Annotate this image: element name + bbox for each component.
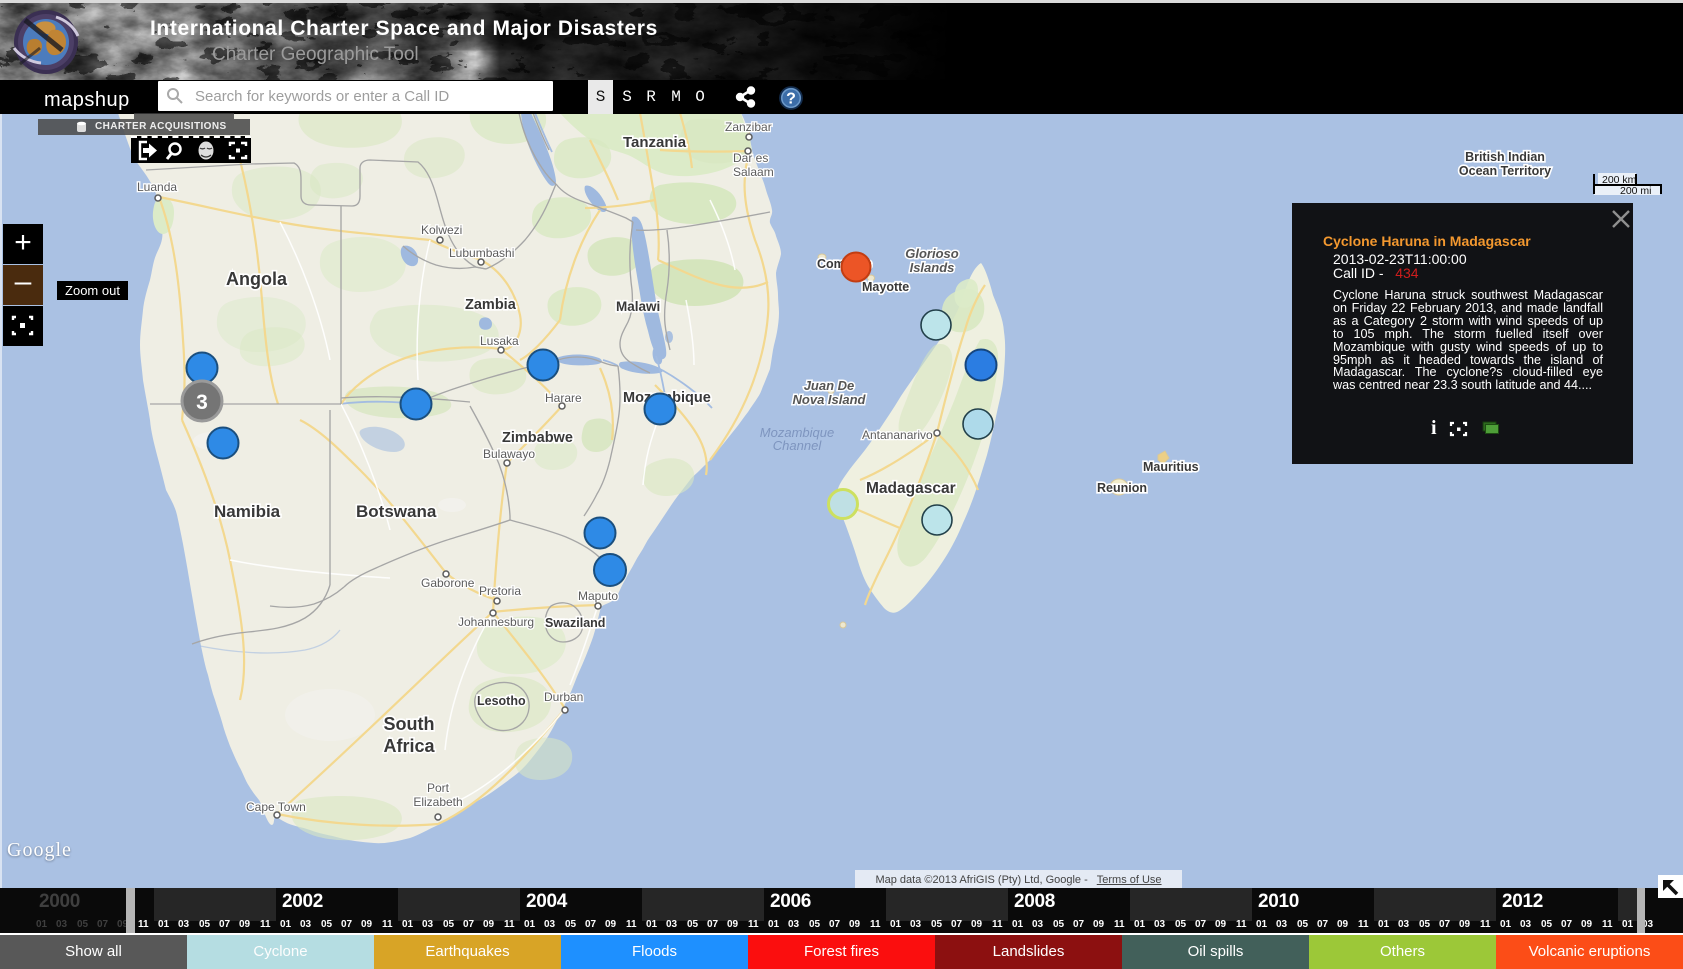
svg-text:Antananarivo: Antananarivo (862, 428, 933, 442)
svg-text:i: i (1431, 417, 1437, 438)
svg-text:Zimbabwe: Zimbabwe (502, 430, 573, 446)
svg-text:Maputo: Maputo (578, 589, 618, 603)
svg-text:Kolwezi: Kolwezi (421, 223, 462, 237)
svg-text:Channel: Channel (773, 438, 823, 453)
svg-text:Madagascar: Madagascar (866, 480, 956, 497)
svg-text:Gaborone: Gaborone (421, 576, 475, 590)
svg-text:Lesotho: Lesotho (477, 694, 526, 708)
svg-text:Africa: Africa (383, 736, 435, 756)
svg-text:Nova Island: Nova Island (793, 392, 867, 407)
svg-text:Pretoria: Pretoria (479, 584, 521, 598)
svg-text:Botswana: Botswana (356, 502, 437, 521)
svg-text:Reunion: Reunion (1097, 481, 1147, 495)
svg-text:Salaam: Salaam (733, 165, 774, 179)
svg-text:South: South (384, 714, 435, 734)
svg-text:Bulawayo: Bulawayo (483, 447, 535, 461)
svg-text:?: ? (786, 91, 796, 108)
svg-text:Swaziland: Swaziland (545, 616, 605, 630)
svg-text:Elizabeth: Elizabeth (413, 795, 462, 809)
svg-text:Zambia: Zambia (465, 297, 517, 313)
svg-text:Zanzibar: Zanzibar (725, 120, 772, 134)
svg-text:Mayotte: Mayotte (862, 280, 909, 294)
svg-text:British Indian: British Indian (1465, 150, 1545, 164)
svg-text:Juan De: Juan De (804, 378, 855, 393)
svg-text:Angola: Angola (226, 269, 288, 289)
svg-text:200 mi: 200 mi (1620, 185, 1652, 197)
svg-text:Namibia: Namibia (214, 502, 281, 521)
svg-text:Tanzania: Tanzania (623, 134, 687, 151)
svg-text:Glorioso: Glorioso (905, 246, 959, 261)
svg-text:Malawi: Malawi (616, 299, 660, 314)
svg-text:Johannesburg: Johannesburg (458, 615, 534, 629)
svg-text:Islands: Islands (910, 260, 955, 275)
svg-text:Luanda: Luanda (137, 180, 177, 194)
svg-text:3: 3 (196, 391, 208, 414)
svg-text:Durban: Durban (544, 690, 583, 704)
svg-text:Lusaka: Lusaka (480, 334, 519, 348)
svg-text:Lubumbashi: Lubumbashi (449, 246, 514, 260)
svg-text:Port: Port (427, 781, 450, 795)
svg-text:Ocean Territory: Ocean Territory (1459, 164, 1551, 178)
svg-text:Mauritius: Mauritius (1143, 460, 1199, 474)
